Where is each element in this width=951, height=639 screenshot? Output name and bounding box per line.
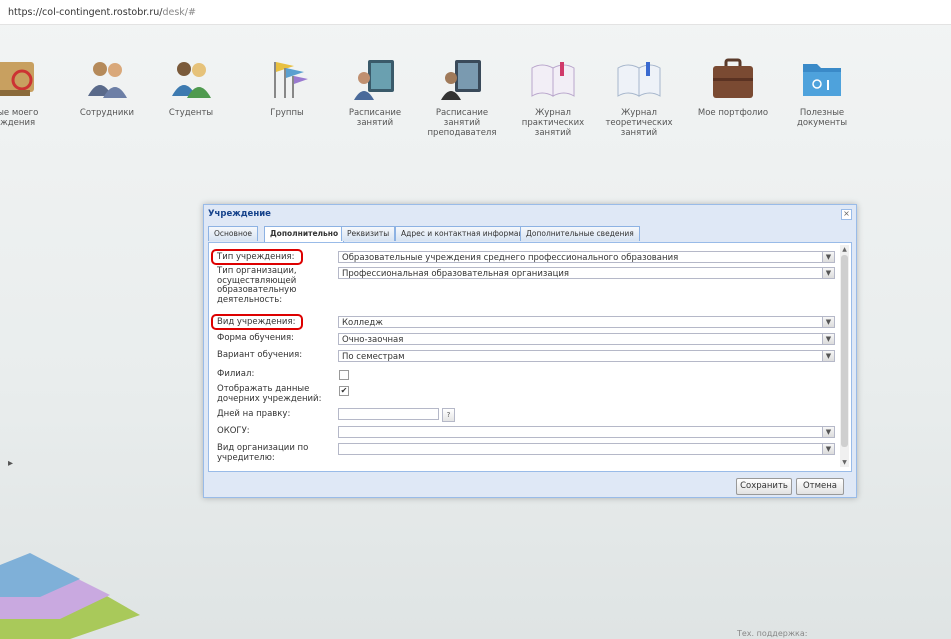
branch-checkbox[interactable] [339,370,349,380]
chevron-down-icon[interactable]: ▼ [822,427,834,437]
chevron-down-icon[interactable]: ▼ [822,334,834,344]
app-label: Группы [270,108,304,118]
tab-panel-additional: Тип учреждения: Образовательные учрежден… [208,242,852,472]
app-label: ные моего еждения [0,108,39,128]
founder-kind-select[interactable]: ▼ [338,443,835,455]
chevron-down-icon[interactable]: ▼ [822,317,834,327]
app-theory-journal[interactable]: Журнал теоретических занятий [596,56,682,138]
panel-scrollbar[interactable]: ▲ ▼ [840,245,849,467]
org-type-value: Профессиональная образовательная организ… [342,269,570,279]
scrollbar-thumb[interactable] [841,255,848,447]
okogu-label: ОКОГУ: [217,426,250,436]
folder-icon [803,64,841,96]
app-label: Журнал практических занятий [521,108,585,138]
institution-type-value: Образовательные учреждения среднего проф… [342,253,679,263]
chevron-down-icon[interactable]: ▼ [822,252,834,262]
app-label: Журнал теоретических занятий [605,108,673,138]
institution-type-label: Тип учреждения: [217,252,295,262]
books-decoration-icon [0,553,140,639]
institution-kind-value: Колледж [342,318,383,328]
app-practical-journal[interactable]: Журнал практических занятий [510,56,596,138]
chevron-down-icon[interactable]: ▼ [822,268,834,278]
org-type-select[interactable]: Профессиональная образовательная организ… [338,267,835,279]
tab-extra-info[interactable]: Дополнительные сведения [520,226,640,241]
app-label: Полезные документы [796,108,848,128]
app-label: Расписание занятий преподавателя [427,108,497,138]
app-staff[interactable]: Сотрудники [64,56,150,118]
theory-journal-icon [617,62,661,97]
branch-label: Филиал: [217,369,255,379]
app-schedule[interactable]: Расписание занятий [332,56,418,128]
show-children-checkbox[interactable]: ✔ [339,386,349,396]
desk-app-launcher: ные моего еждения Сотрудники Студенты Гр… [0,28,951,158]
scroll-down-icon[interactable]: ▼ [840,458,849,467]
staff-icon [88,62,127,98]
url-host: https://col-contingent.rostobr.ru/ [8,7,163,18]
cancel-button[interactable]: Отмена [796,478,844,495]
founder-kind-label: Вид организации по учредителю: [217,443,309,463]
tab-address-contacts[interactable]: Адрес и контактная информация [395,226,540,241]
url-path: desk/# [162,7,196,18]
students-icon [172,62,211,98]
dialog-title: Учреждение [208,209,271,219]
study-form-value: Очно-заочная [342,335,404,345]
practical-journal-icon [531,62,575,97]
support-label: Тех. поддержка: [737,629,808,638]
show-children-label: Отображать данные дочерних учреждений: [217,384,322,404]
schedule-icon [354,60,394,100]
groups-flags-icon [274,62,308,98]
study-variant-value: По семестрам [342,352,405,362]
app-label: Сотрудники [79,108,135,118]
app-institution[interactable]: ные моего еждения [0,56,58,128]
study-form-label: Форма обучения: [217,333,295,343]
browser-url-bar[interactable]: https://col-contingent.rostobr.ru/desk/# [0,0,951,25]
tab-additional[interactable]: Дополнительно [264,226,345,242]
tab-basic[interactable]: Основное [208,226,259,241]
app-groups[interactable]: Группы [244,56,330,118]
institution-icon [0,62,34,96]
edit-days-input[interactable] [338,408,439,420]
app-portfolio[interactable]: Мое портфолио [690,56,776,118]
app-label: Мое портфолио [697,108,769,118]
app-students[interactable]: Студенты [148,56,234,118]
institution-kind-select[interactable]: Колледж ▼ [338,316,835,328]
close-icon[interactable]: × [841,209,852,220]
institution-type-select[interactable]: Образовательные учреждения среднего проф… [338,251,835,263]
study-variant-select[interactable]: По семестрам ▼ [338,350,835,362]
study-variant-label: Вариант обучения: [217,350,303,360]
app-documents[interactable]: Полезные документы [779,56,865,128]
app-teacher-schedule[interactable]: Расписание занятий преподавателя [419,56,505,138]
scroll-up-icon[interactable]: ▲ [840,245,849,254]
chevron-down-icon[interactable]: ▼ [822,444,834,454]
side-arrow-icon: ▸ [8,458,14,469]
chevron-down-icon[interactable]: ▼ [822,351,834,361]
help-icon[interactable]: ? [442,408,455,422]
app-label: Расписание занятий [348,108,402,128]
org-type-label: Тип организации, осуществляющей образова… [217,266,297,305]
app-label: Студенты [168,108,214,118]
institution-dialog: Учреждение × Основное Дополнительно Рекв… [203,204,857,498]
teacher-schedule-icon [441,60,481,100]
study-form-select[interactable]: Очно-заочная ▼ [338,333,835,345]
edit-days-label: Дней на правку: [217,409,291,419]
tab-requisites[interactable]: Реквизиты [341,226,396,241]
url-text[interactable]: https://col-contingent.rostobr.ru/desk/# [8,7,196,18]
briefcase-icon [713,58,753,98]
institution-kind-label: Вид учреждения: [217,317,296,327]
okogu-select[interactable]: ▼ [338,426,835,438]
save-button[interactable]: Сохранить [736,478,792,495]
